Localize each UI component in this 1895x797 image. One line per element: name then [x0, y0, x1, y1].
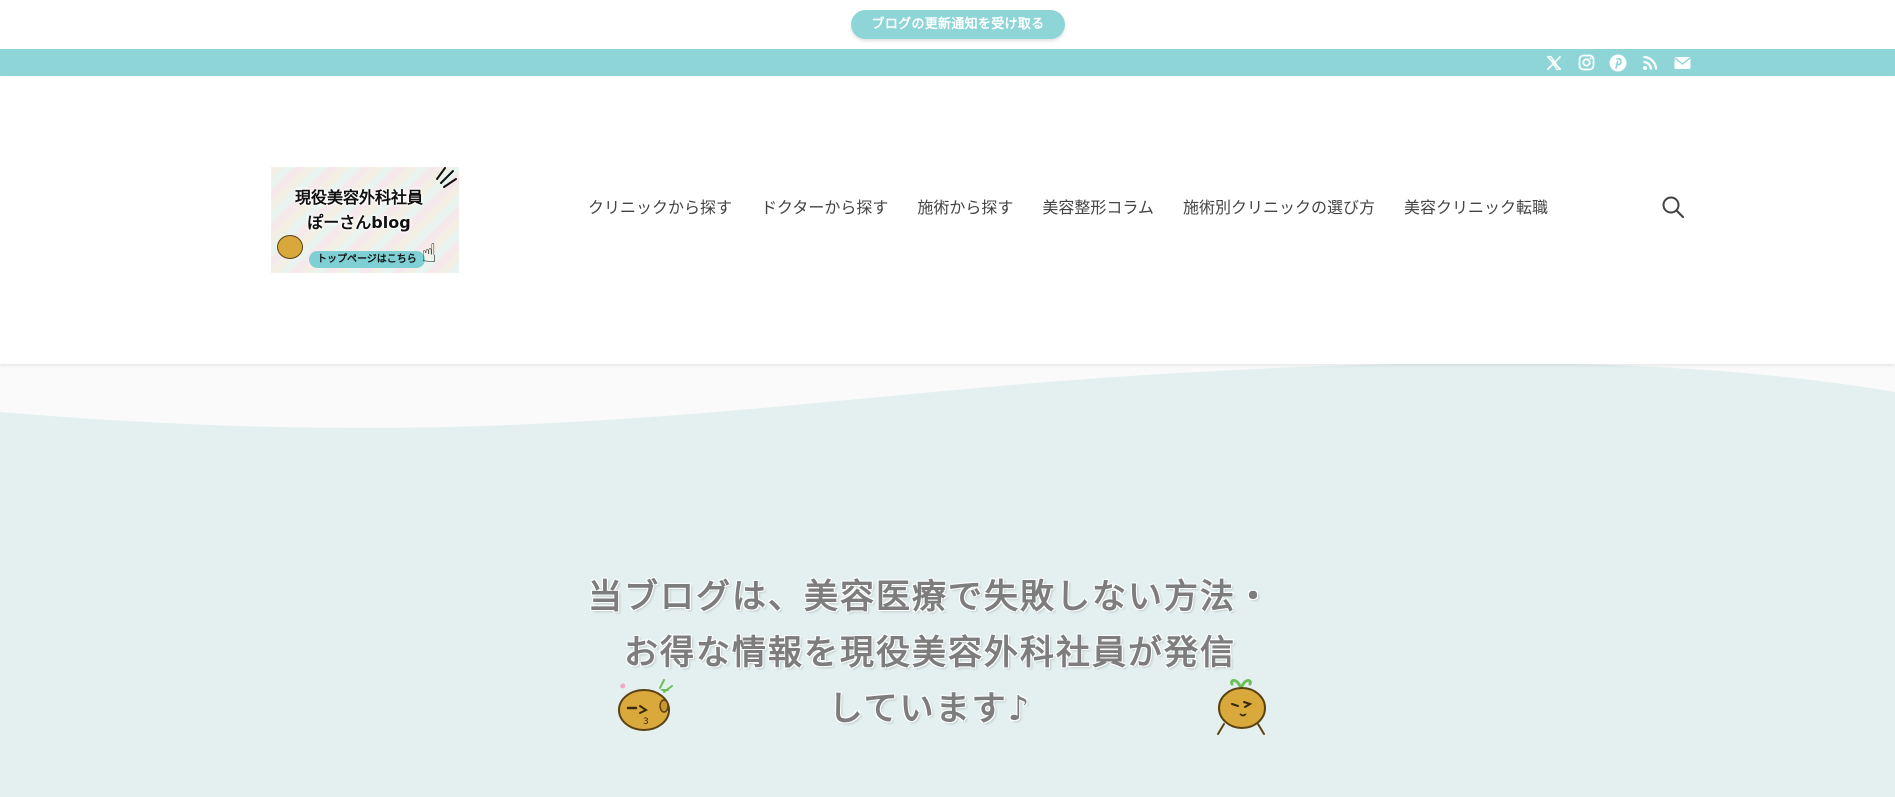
nav-item-clinic[interactable]: クリニックから探す — [588, 194, 732, 218]
hero-message: 当ブログは、美容医療で失敗しない方法・ お得な情報を現役美容外科社員が発信 して… — [580, 569, 1280, 737]
hero-line-3: しています♪ — [828, 689, 1032, 729]
nav-item-column[interactable]: 美容整形コラム — [1042, 194, 1154, 218]
social-bar — [0, 49, 1895, 76]
hero-line-1: 当ブログは、美容医療で失敗しない方法・ — [588, 577, 1272, 617]
subscribe-updates-button[interactable]: ブログの更新通知を受け取る — [851, 10, 1065, 39]
mascot-wink-icon: 3 — [618, 679, 673, 731]
logo-title-line1: 現役美容外科社員 — [294, 188, 423, 207]
mascot-icon — [277, 235, 303, 259]
logo-toppage-pill: トップページはこちら — [309, 251, 425, 268]
notification-strip: ブログの更新通知を受け取る — [0, 0, 1895, 49]
social-links — [1544, 51, 1692, 74]
site-header: 現役美容外科社員 ぽーさんblog トップページはこちら ☝ クリニックから探す… — [0, 76, 1895, 364]
pointer-hand-icon: ☝ — [421, 239, 437, 269]
logo-title-line2: ぽーさんblog — [307, 213, 411, 232]
instagram-icon[interactable] — [1576, 53, 1596, 73]
pinterest-icon[interactable] — [1608, 53, 1628, 73]
mail-icon[interactable] — [1672, 53, 1692, 73]
global-nav: クリニックから探す ドクターから探す 施術から探す 美容整形コラム 施術別クリニ… — [588, 192, 1548, 220]
nav-item-career[interactable]: 美容クリニック転職 — [1404, 194, 1548, 218]
nav-item-doctor[interactable]: ドクターから探す — [761, 194, 888, 218]
hero-wave-decoration — [0, 364, 1895, 444]
hero-banner: 当ブログは、美容医療で失敗しない方法・ お得な情報を現役美容外科社員が発信 して… — [0, 364, 1895, 797]
search-icon[interactable] — [1661, 195, 1685, 219]
hero-line-2: お得な情報を現役美容外科社員が発信 — [624, 633, 1236, 673]
x-icon[interactable] — [1544, 53, 1564, 73]
nav-item-clinic-guide[interactable]: 施術別クリニックの選び方 — [1183, 194, 1375, 218]
nav-item-treatment[interactable]: 施術から探す — [917, 194, 1013, 218]
rss-icon[interactable] — [1640, 53, 1660, 73]
site-logo[interactable]: 現役美容外科社員 ぽーさんblog トップページはこちら ☝ — [271, 167, 459, 273]
mascot-sprout-icon — [1217, 679, 1266, 735]
svg-text:3: 3 — [643, 717, 649, 727]
logo-title: 現役美容外科社員 ぽーさんblog — [279, 185, 439, 235]
